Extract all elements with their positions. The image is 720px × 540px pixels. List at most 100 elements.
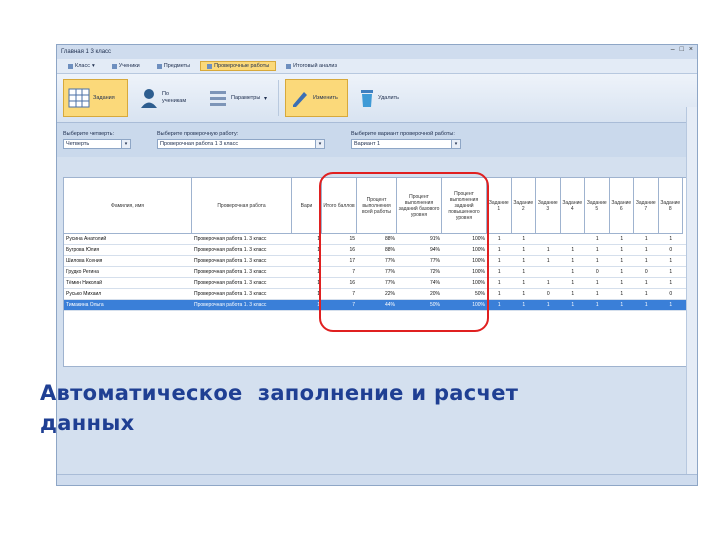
cell-task-4[interactable]: 1 [561,267,586,277]
cell-variant[interactable]: 1 [292,300,322,310]
cell-work[interactable]: Проверочная работа 1. 3 класс [192,289,292,299]
header-work[interactable]: Проверочная работа [192,178,292,234]
chevron-down-icon[interactable]: ▾ [315,140,324,148]
cell-task-7[interactable]: 1 [634,234,659,244]
cell-name[interactable]: Шилова Ксения [64,256,192,266]
cell-task-6[interactable]: 1 [610,278,635,288]
cell-task-6[interactable]: 1 [610,234,635,244]
maximize-icon[interactable]: □ [680,46,684,53]
vertical-scrollbar[interactable] [686,107,697,477]
cell-task-4[interactable] [561,234,586,244]
cell-task-7[interactable]: 1 [634,256,659,266]
cell-task-2[interactable]: 1 [512,234,537,244]
cell-work[interactable]: Проверочная работа 1. 3 класс [192,234,292,244]
cell-task-2[interactable]: 1 [512,267,537,277]
cell-variant[interactable]: 1 [292,234,322,244]
delete-button[interactable]: Удалить [354,79,413,117]
header-variant[interactable]: Вари [292,178,322,234]
cell-task-8[interactable]: 0 [659,289,684,299]
header-task-7[interactable]: Задание 7 [634,178,659,234]
cell-task-1[interactable]: 1 [487,234,512,244]
variant-combo[interactable]: Вариант 1 ▾ [351,139,461,149]
cell-work[interactable]: Проверочная работа 1. 3 класс [192,267,292,277]
menu-tab-analysis[interactable]: Итоговый анализ [279,61,344,71]
chevron-down-icon[interactable]: ▾ [451,140,460,148]
cell-task-4[interactable]: 1 [561,300,586,310]
settings-button[interactable]: Параметры ▾ [203,79,272,117]
header-task-5[interactable]: Задание 5 [585,178,610,234]
cell-task-5[interactable]: 1 [585,289,610,299]
cell-task-8[interactable]: 1 [659,267,684,277]
cell-variant[interactable]: 1 [292,256,322,266]
cell-name[interactable]: Бугрова Юлия [64,245,192,255]
cell-variant[interactable]: 1 [292,289,322,299]
menu-tab-students[interactable]: Ученики [105,61,147,71]
header-name[interactable]: Фамилия, имя [64,178,192,234]
cell-variant[interactable]: 1 [292,267,322,277]
cell-name[interactable]: Русина Анатолий [64,234,192,244]
cell-task-3[interactable]: 1 [536,278,561,288]
cell-task-4[interactable]: 1 [561,289,586,299]
cell-name[interactable]: Русько Михаил [64,289,192,299]
cell-task-6[interactable]: 1 [610,300,635,310]
cell-task-1[interactable]: 1 [487,300,512,310]
cell-variant[interactable]: 1 [292,245,322,255]
cell-task-4[interactable]: 1 [561,278,586,288]
cell-task-4[interactable]: 1 [561,245,586,255]
menu-tab-subjects[interactable]: Предметы [150,61,197,71]
cell-task-2[interactable]: 1 [512,289,537,299]
students-button[interactable]: По ученикам [134,79,197,117]
cell-task-8[interactable]: 1 [659,234,684,244]
quarter-combo[interactable]: Четверть ▾ [63,139,131,149]
cell-task-2[interactable]: 1 [512,256,537,266]
cell-task-5[interactable]: 1 [585,300,610,310]
cell-task-2[interactable]: 1 [512,278,537,288]
cell-work[interactable]: Проверочная работа 1. 3 класс [192,245,292,255]
cell-variant[interactable]: 1 [292,278,322,288]
cell-task-5[interactable]: 1 [585,245,610,255]
cell-name[interactable]: Тёмин Николай [64,278,192,288]
work-combo[interactable]: Проверочная работа 1 3 класс ▾ [157,139,325,149]
cell-work[interactable]: Проверочная работа 1. 3 класс [192,256,292,266]
header-task-2[interactable]: Задание 2 [511,178,536,234]
cell-task-1[interactable]: 1 [487,267,512,277]
tasks-button[interactable]: Задания [63,79,128,117]
cell-task-7[interactable]: 1 [634,278,659,288]
cell-task-6[interactable]: 1 [610,289,635,299]
cell-task-7[interactable]: 1 [634,289,659,299]
cell-task-7[interactable]: 0 [634,267,659,277]
header-task-3[interactable]: Задание 3 [536,178,561,234]
chevron-down-icon[interactable]: ▾ [121,140,130,148]
cell-task-3[interactable]: 1 [536,245,561,255]
cell-work[interactable]: Проверочная работа 1. 3 класс [192,300,292,310]
cell-task-5[interactable]: 1 [585,278,610,288]
minimize-icon[interactable]: – [671,46,675,53]
header-task-8[interactable]: Задание 8 [658,178,683,234]
menu-tab-class[interactable]: Класс ▾ [61,61,102,71]
cell-task-5[interactable]: 0 [585,267,610,277]
cell-task-2[interactable]: 1 [512,300,537,310]
cell-task-5[interactable]: 1 [585,256,610,266]
cell-task-1[interactable]: 1 [487,245,512,255]
cell-task-3[interactable]: 1 [536,300,561,310]
header-task-6[interactable]: Задание 6 [609,178,634,234]
cell-task-6[interactable]: 1 [610,245,635,255]
cell-task-2[interactable]: 1 [512,245,537,255]
cell-task-8[interactable]: 1 [659,256,684,266]
close-icon[interactable]: × [689,46,693,53]
menu-tab-tests[interactable]: Проверочные работы [200,61,277,71]
cell-task-7[interactable]: 1 [634,245,659,255]
cell-work[interactable]: Проверочная работа 1. 3 класс [192,278,292,288]
cell-task-8[interactable]: 1 [659,278,684,288]
cell-task-3[interactable]: 0 [536,289,561,299]
cell-task-8[interactable]: 1 [659,300,684,310]
cell-task-8[interactable]: 0 [659,245,684,255]
header-task-1[interactable]: Задание 1 [487,178,512,234]
cell-task-1[interactable]: 1 [487,278,512,288]
cell-task-7[interactable]: 1 [634,300,659,310]
cell-task-6[interactable]: 1 [610,267,635,277]
cell-task-5[interactable]: 1 [585,234,610,244]
header-task-4[interactable]: Задание 4 [560,178,585,234]
cell-task-1[interactable]: 1 [487,289,512,299]
cell-task-4[interactable]: 1 [561,256,586,266]
